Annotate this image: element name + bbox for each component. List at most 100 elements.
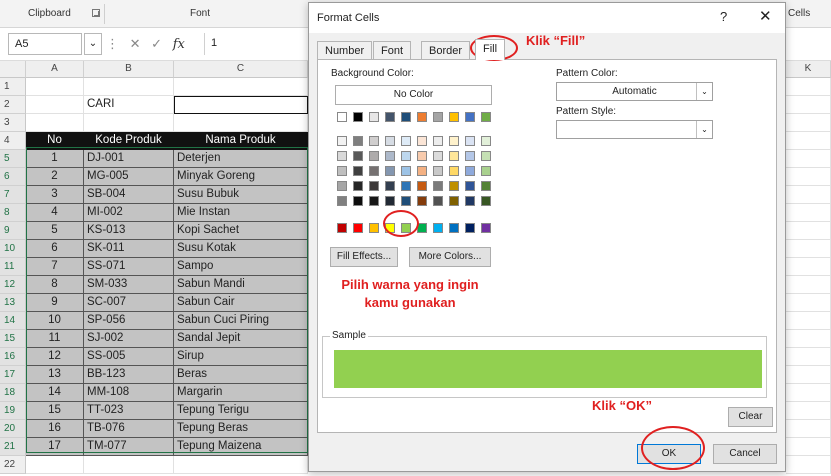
column-header-c[interactable]: C bbox=[174, 61, 308, 78]
cell[interactable] bbox=[786, 258, 831, 276]
row-header[interactable]: 3 bbox=[0, 114, 26, 132]
cell[interactable] bbox=[786, 294, 831, 312]
theme-color-swatch[interactable] bbox=[417, 112, 427, 122]
table-cell[interactable]: 5 bbox=[26, 222, 84, 240]
table-cell[interactable]: SM-033 bbox=[84, 276, 174, 294]
tab-border[interactable]: Border bbox=[421, 41, 471, 59]
tint-color-swatch[interactable] bbox=[337, 136, 347, 146]
cell[interactable] bbox=[786, 276, 831, 294]
table-cell[interactable]: Tepung Beras bbox=[174, 420, 308, 438]
cell[interactable] bbox=[786, 186, 831, 204]
table-cell[interactable]: Kopi Sachet bbox=[174, 222, 308, 240]
tint-color-swatch[interactable] bbox=[465, 166, 475, 176]
tint-color-swatch[interactable] bbox=[401, 136, 411, 146]
cell[interactable] bbox=[786, 348, 831, 366]
table-cell[interactable]: 13 bbox=[26, 366, 84, 384]
cell[interactable] bbox=[786, 168, 831, 186]
row-header[interactable]: 4 bbox=[0, 132, 26, 150]
tint-color-swatch[interactable] bbox=[385, 196, 395, 206]
fill-effects-button[interactable]: Fill Effects... bbox=[330, 247, 398, 267]
table-cell[interactable]: Sabun Mandi bbox=[174, 276, 308, 294]
help-icon[interactable]: ? bbox=[720, 9, 727, 24]
search-input-cell[interactable] bbox=[174, 96, 308, 114]
row-header[interactable]: 18 bbox=[0, 384, 26, 402]
check-icon[interactable]: ✓ bbox=[151, 36, 162, 51]
tint-color-swatch[interactable] bbox=[449, 151, 459, 161]
tint-color-swatch[interactable] bbox=[337, 166, 347, 176]
tint-color-swatch[interactable] bbox=[481, 136, 491, 146]
table-cell[interactable]: 7 bbox=[26, 258, 84, 276]
table-cell[interactable]: SS-005 bbox=[84, 348, 174, 366]
x-icon[interactable]: ✕ bbox=[130, 36, 141, 51]
tab-font[interactable]: Font bbox=[373, 41, 412, 59]
cell[interactable] bbox=[786, 78, 831, 96]
theme-color-swatch[interactable] bbox=[369, 112, 379, 122]
tint-color-swatch[interactable] bbox=[385, 166, 395, 176]
cell[interactable] bbox=[786, 366, 831, 384]
row-header[interactable]: 22 bbox=[0, 456, 26, 474]
formula-input[interactable]: 1 bbox=[204, 33, 304, 55]
theme-color-swatch[interactable] bbox=[481, 112, 491, 122]
table-cell[interactable]: DJ-001 bbox=[84, 150, 174, 168]
tint-color-swatch[interactable] bbox=[449, 166, 459, 176]
table-cell[interactable]: 10 bbox=[26, 312, 84, 330]
standard-color-swatch[interactable] bbox=[353, 223, 363, 233]
cell[interactable] bbox=[786, 438, 831, 456]
select-all-corner[interactable] bbox=[0, 61, 26, 78]
tint-color-swatch[interactable] bbox=[417, 151, 427, 161]
tint-color-swatch[interactable] bbox=[385, 151, 395, 161]
standard-color-swatch[interactable] bbox=[369, 223, 379, 233]
cell[interactable] bbox=[174, 114, 308, 132]
table-cell[interactable]: Sabun Cair bbox=[174, 294, 308, 312]
table-cell[interactable]: Minyak Goreng bbox=[174, 168, 308, 186]
row-header[interactable]: 10 bbox=[0, 240, 26, 258]
row-header[interactable]: 1 bbox=[0, 78, 26, 96]
cell[interactable] bbox=[26, 114, 84, 132]
cell[interactable] bbox=[786, 204, 831, 222]
cell[interactable] bbox=[786, 240, 831, 258]
table-cell[interactable]: Sandal Jepit bbox=[174, 330, 308, 348]
chevron-down-icon[interactable]: ⌄ bbox=[696, 83, 712, 100]
tint-color-swatch[interactable] bbox=[385, 136, 395, 146]
table-cell[interactable]: Mie Instan bbox=[174, 204, 308, 222]
tint-color-swatch[interactable] bbox=[417, 196, 427, 206]
row-header[interactable]: 19 bbox=[0, 402, 26, 420]
cell[interactable] bbox=[26, 456, 84, 474]
theme-color-swatch[interactable] bbox=[353, 112, 363, 122]
cell[interactable] bbox=[786, 420, 831, 438]
tint-color-swatch[interactable] bbox=[369, 136, 379, 146]
name-box[interactable]: A5 bbox=[8, 33, 82, 55]
tint-color-swatch[interactable] bbox=[449, 196, 459, 206]
tint-color-swatch[interactable] bbox=[417, 136, 427, 146]
more-options-icon[interactable]: ⋮ bbox=[106, 36, 119, 51]
tint-color-swatch[interactable] bbox=[369, 181, 379, 191]
table-cell[interactable]: 17 bbox=[26, 438, 84, 456]
tint-color-swatch[interactable] bbox=[369, 166, 379, 176]
tint-color-swatch[interactable] bbox=[353, 136, 363, 146]
table-header-cell[interactable]: Kode Produk bbox=[84, 132, 174, 150]
tint-color-swatch[interactable] bbox=[433, 151, 443, 161]
more-colors-button[interactable]: More Colors... bbox=[409, 247, 491, 267]
dialog-launcher-icon[interactable] bbox=[92, 9, 100, 17]
cell[interactable] bbox=[786, 222, 831, 240]
tint-color-swatch[interactable] bbox=[465, 151, 475, 161]
row-header[interactable]: 16 bbox=[0, 348, 26, 366]
cell[interactable] bbox=[786, 456, 831, 474]
cell[interactable] bbox=[26, 96, 84, 114]
search-label-cell[interactable]: CARI bbox=[84, 96, 174, 114]
table-cell[interactable]: Susu Bubuk bbox=[174, 186, 308, 204]
table-cell[interactable]: 9 bbox=[26, 294, 84, 312]
tint-color-swatch[interactable] bbox=[481, 196, 491, 206]
tint-color-swatch[interactable] bbox=[449, 181, 459, 191]
cell[interactable] bbox=[786, 312, 831, 330]
table-cell[interactable]: MG-005 bbox=[84, 168, 174, 186]
row-header[interactable]: 2 bbox=[0, 96, 26, 114]
table-cell[interactable]: Sirup bbox=[174, 348, 308, 366]
table-cell[interactable]: Susu Kotak bbox=[174, 240, 308, 258]
row-header[interactable]: 13 bbox=[0, 294, 26, 312]
tint-color-swatch[interactable] bbox=[433, 196, 443, 206]
cell[interactable] bbox=[786, 114, 831, 132]
table-cell[interactable]: SS-071 bbox=[84, 258, 174, 276]
tint-color-swatch[interactable] bbox=[481, 181, 491, 191]
table-cell[interactable]: Beras bbox=[174, 366, 308, 384]
